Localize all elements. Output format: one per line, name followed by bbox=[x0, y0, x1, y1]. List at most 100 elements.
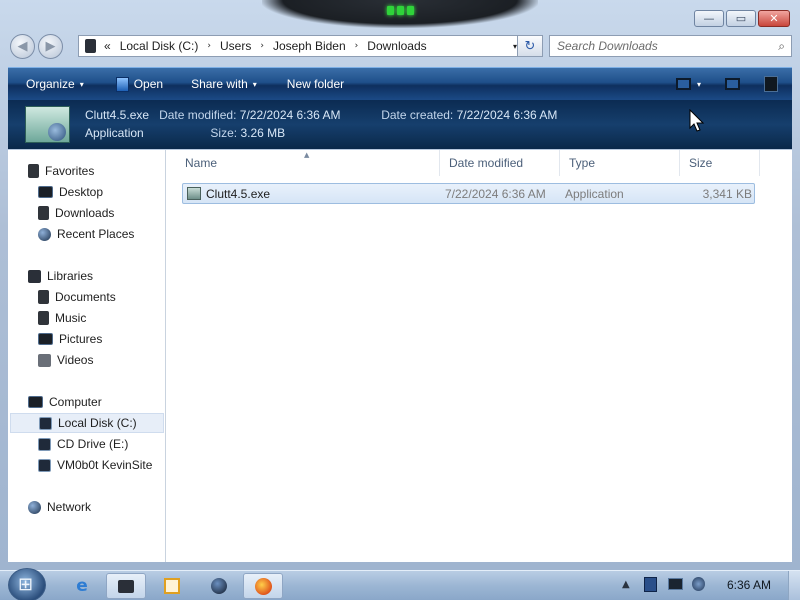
clock[interactable]: 6:36 AM bbox=[727, 578, 771, 592]
chevron-down-icon: ▾ bbox=[252, 79, 257, 89]
start-button[interactable] bbox=[8, 568, 46, 600]
breadcrumb-separator[interactable]: › bbox=[207, 41, 211, 51]
nav-recent-places[interactable]: Recent Places bbox=[38, 224, 134, 244]
search-icon[interactable]: ⌕ bbox=[778, 39, 785, 54]
organize-button[interactable]: Organize ▾ bbox=[8, 71, 93, 97]
organize-label: Organize bbox=[26, 77, 75, 91]
cd-drive-icon bbox=[38, 437, 51, 451]
taskbar-app[interactable] bbox=[199, 573, 239, 599]
nav-desktop[interactable]: Desktop bbox=[38, 182, 103, 202]
breadcrumb-joseph-biden[interactable]: Joseph Biden bbox=[273, 39, 346, 53]
taskbar-explorer[interactable] bbox=[106, 573, 146, 599]
nav-label: Computer bbox=[49, 395, 102, 409]
breadcrumb-downloads[interactable]: Downloads bbox=[367, 39, 426, 53]
breadcrumb-separator[interactable]: › bbox=[260, 41, 264, 51]
nav-favorites[interactable]: Favorites bbox=[28, 161, 94, 181]
view-options-chevron-icon[interactable]: ▾ bbox=[697, 80, 701, 89]
taskbar-media-player[interactable] bbox=[152, 573, 192, 599]
help-icon[interactable] bbox=[764, 76, 778, 92]
nav-libraries[interactable]: Libraries bbox=[28, 266, 93, 286]
favorites-icon bbox=[28, 164, 39, 178]
taskbar-firefox[interactable] bbox=[243, 573, 283, 599]
network-icon bbox=[28, 500, 41, 514]
folder-icon bbox=[118, 579, 134, 593]
breadcrumb-separator[interactable]: › bbox=[355, 41, 359, 51]
column-label: Name bbox=[185, 156, 218, 170]
nav-local-disk[interactable]: Local Disk (C:) bbox=[10, 413, 164, 433]
nav-label: Local Disk (C:) bbox=[58, 416, 137, 430]
show-desktop-button[interactable] bbox=[788, 571, 800, 600]
nav-cd-drive[interactable]: CD Drive (E:) bbox=[38, 434, 128, 454]
indicator-light bbox=[387, 6, 394, 15]
pictures-icon bbox=[38, 333, 53, 345]
file-name: Clutt4.5.exe bbox=[206, 186, 271, 201]
computer-icon bbox=[85, 39, 96, 53]
nav-pictures[interactable]: Pictures bbox=[38, 329, 102, 349]
new-folder-button[interactable]: New folder bbox=[278, 71, 353, 97]
nav-label: Downloads bbox=[55, 206, 115, 220]
column-header-type[interactable]: Type bbox=[560, 150, 680, 176]
internet-explorer-icon: e bbox=[76, 576, 88, 596]
nav-videos[interactable]: Videos bbox=[38, 350, 93, 370]
videos-icon bbox=[38, 353, 51, 367]
breadcrumb-users[interactable]: Users bbox=[220, 39, 251, 53]
maximize-button[interactable]: ▭ bbox=[726, 10, 756, 27]
nav-label: Favorites bbox=[45, 164, 95, 178]
column-label: Date modified bbox=[449, 156, 524, 170]
minimize-button[interactable]: — bbox=[694, 10, 724, 27]
details-pane: Clutt4.5.exe Date modified: 7/22/2024 6:… bbox=[8, 100, 792, 149]
nav-label: VM0b0t KevinSite bbox=[57, 458, 153, 472]
view-controls: ▾ bbox=[675, 76, 792, 92]
share-with-button[interactable]: Share with ▾ bbox=[182, 71, 266, 97]
network-drive-icon bbox=[38, 458, 51, 472]
navigation-pane: Favorites Desktop Downloads Recent Place… bbox=[8, 150, 166, 562]
chevron-down-icon: ▾ bbox=[79, 79, 84, 89]
nav-downloads[interactable]: Downloads bbox=[38, 203, 114, 223]
indicator-light bbox=[397, 6, 404, 15]
nav-network[interactable]: Network bbox=[28, 497, 91, 517]
back-button[interactable]: ◀ bbox=[10, 34, 35, 59]
caption-buttons: — ▭ ✕ bbox=[694, 10, 790, 27]
nav-computer[interactable]: Computer bbox=[28, 392, 102, 412]
application-file-icon bbox=[187, 187, 201, 200]
network-tray-icon[interactable] bbox=[668, 578, 683, 590]
column-header-size[interactable]: Size bbox=[680, 150, 760, 176]
nav-label: Recent Places bbox=[57, 227, 135, 241]
details-created-value: 7/22/2024 6:36 AM bbox=[456, 108, 558, 122]
column-label: Type bbox=[569, 156, 596, 170]
explorer-window: — ▭ ✕ ◀ ▶ « Local Disk (C:) › Users › Jo… bbox=[0, 0, 800, 570]
search-input[interactable]: Search Downloads ⌕ bbox=[549, 35, 792, 57]
address-bar[interactable]: « Local Disk (C:) › Users › Joseph Biden… bbox=[78, 35, 524, 57]
refresh-button[interactable]: ↻ bbox=[517, 35, 543, 57]
nav-documents[interactable]: Documents bbox=[38, 287, 116, 307]
change-view-icon[interactable] bbox=[675, 78, 691, 90]
details-modified-value: 7/22/2024 6:36 AM bbox=[239, 108, 341, 122]
taskbar-internet-explorer[interactable]: e bbox=[62, 573, 102, 599]
open-button[interactable]: Open bbox=[107, 71, 172, 97]
open-label: Open bbox=[133, 77, 164, 91]
volume-tray-icon[interactable] bbox=[692, 577, 705, 591]
nav-label: Network bbox=[47, 500, 92, 514]
close-button[interactable]: ✕ bbox=[758, 10, 790, 27]
nav-label: Libraries bbox=[47, 269, 94, 283]
breadcrumb-local-disk[interactable]: Local Disk (C:) bbox=[120, 39, 199, 53]
nav-network-share[interactable]: VM0b0t KevinSite bbox=[38, 455, 152, 475]
column-headers: Name ▲ Date modified Type Size bbox=[176, 150, 760, 176]
nav-label: Desktop bbox=[59, 185, 104, 199]
column-header-date-modified[interactable]: Date modified bbox=[440, 150, 560, 176]
computer-icon bbox=[28, 396, 43, 408]
file-date-modified: 7/22/2024 6:36 AM bbox=[445, 186, 546, 201]
search-placeholder: Search Downloads bbox=[557, 39, 658, 53]
nav-label: CD Drive (E:) bbox=[57, 437, 129, 451]
breadcrumb-overflow[interactable]: « bbox=[104, 39, 111, 53]
details-row-2: Application Size: 3.26 MB bbox=[85, 126, 285, 140]
show-hidden-icons[interactable]: ▲ bbox=[622, 579, 630, 590]
nav-music[interactable]: Music bbox=[38, 308, 86, 328]
file-list: Name ▲ Date modified Type Size Clutt4.5.… bbox=[166, 150, 792, 562]
details-row-1: Clutt4.5.exe Date modified: 7/22/2024 6:… bbox=[85, 108, 557, 122]
tray-app-icon[interactable] bbox=[644, 577, 657, 592]
file-row[interactable]: Clutt4.5.exe 7/22/2024 6:36 AM Applicati… bbox=[182, 183, 755, 204]
details-size-label: Size: bbox=[210, 126, 238, 140]
preview-pane-icon[interactable] bbox=[725, 78, 740, 90]
forward-button[interactable]: ▶ bbox=[38, 34, 63, 59]
